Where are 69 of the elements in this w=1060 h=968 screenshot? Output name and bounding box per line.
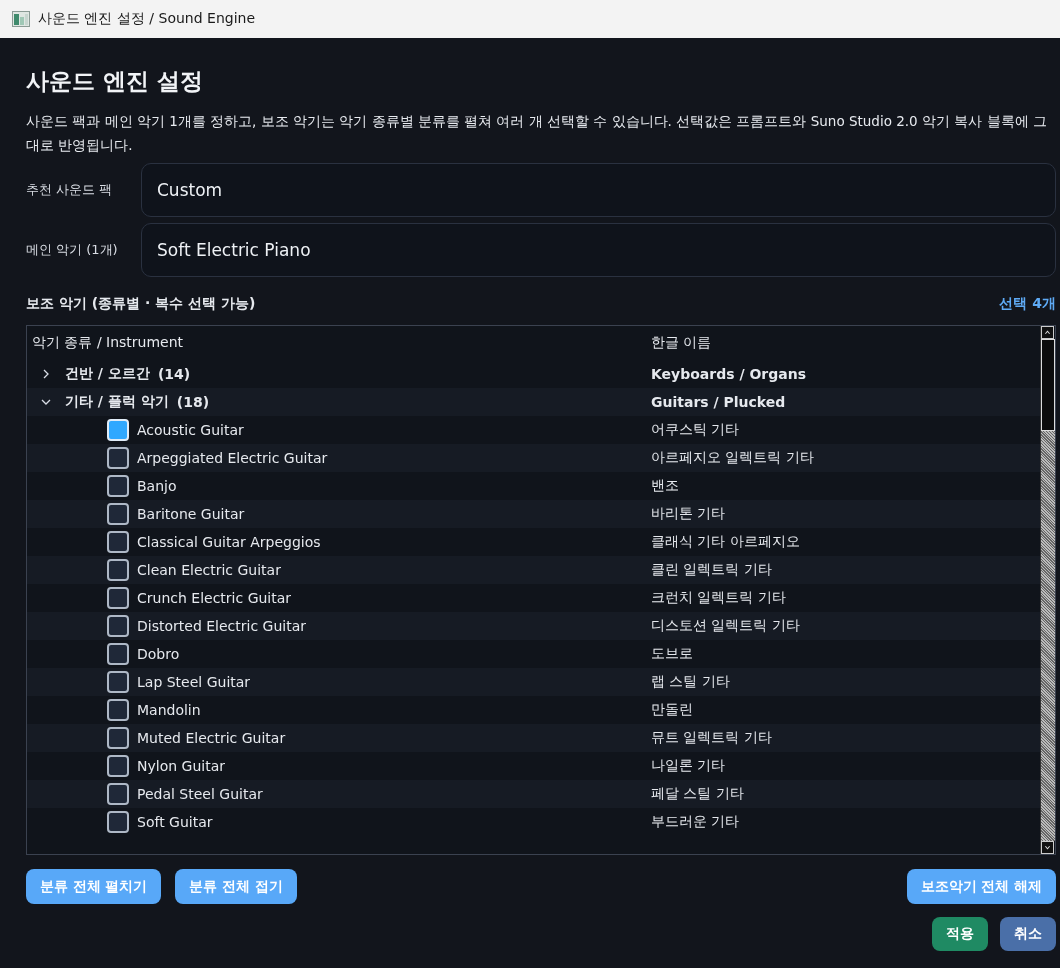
checkbox[interactable] [107,811,129,833]
korean-name: 랩 스틸 기타 [651,673,731,691]
scroll-down-button[interactable] [1041,841,1054,854]
korean-name: 클린 일렉트릭 기타 [651,561,773,579]
korean-name: 디스토션 일렉트릭 기타 [651,617,801,635]
column-header: 악기 종류 / Instrument [31,334,185,352]
instrument-name: Muted Electric Guitar [137,730,286,746]
instrument-name: Banjo [137,478,177,494]
korean-name: 부드러운 기타 [651,813,741,831]
dropdown-field[interactable]: Soft Electric Piano [141,223,1056,277]
korean-name: 도브로 [651,645,694,663]
instrument-name: Pedal Steel Guitar [137,786,263,802]
category-name[interactable]: 기타 / 플럭 악기 [65,393,169,411]
instrument-name: Soft Guitar [137,814,213,830]
field-label: 메인 악기 (1개) [26,241,119,259]
korean-name: 어쿠스틱 기타 [651,421,741,439]
checkbox[interactable] [107,699,129,721]
korean-name: 아르페지오 일렉트릭 기타 [651,449,815,467]
korean-name: 밴조 [651,477,680,495]
checkbox[interactable] [107,559,129,581]
checkbox[interactable] [107,531,129,553]
checkbox[interactable] [107,671,129,693]
chevron-down-icon[interactable] [41,397,51,407]
section-title: 보조 악기 (종류별 · 복수 선택 가능) [26,295,256,313]
category-count: (14) [157,366,191,382]
checkbox[interactable] [107,615,129,637]
column-header: 한글 이름 [651,334,713,352]
category-english-name: Keyboards / Organs [651,366,807,382]
description-text: 사운드 팩과 메인 악기 1개를 정하고, 보조 악기는 악기 종류별 분류를 펼쳐 여러 개 선택할 수 있습니다. 선택값은 프롬프트와 Suno Studio 2.0 악기 복사 블록에 그대로 반영됩니다. [26,112,1048,155]
checkbox[interactable] [107,503,129,525]
checkbox[interactable] [107,783,129,805]
korean-name: 뮤트 일렉트릭 기타 [651,729,773,747]
korean-name: 나일론 기타 [651,757,727,775]
checkbox[interactable] [107,727,129,749]
instrument-name: Nylon Guitar [137,758,225,774]
korean-name: 바리톤 기타 [651,505,727,523]
instrument-name: Lap Steel Guitar [137,674,251,690]
field-label: 추천 사운드 팩 [26,181,114,199]
korean-name: 페달 스틸 기타 [651,785,745,803]
scroll-up-button[interactable] [1041,326,1054,339]
dropdown-field[interactable]: Custom [141,163,1056,217]
checkbox[interactable] [107,587,129,609]
dialog-heading: 사운드 엔진 설정 [26,67,204,96]
window-title: 사운드 엔진 설정 / Sound Engine [38,10,256,28]
category-english-name: Guitars / Plucked [651,394,787,410]
category-name[interactable]: 건반 / 오르간 [65,365,150,383]
category-count: (18) [176,394,210,410]
checkbox[interactable] [107,755,129,777]
selected-count: 선택 4개 [999,295,1056,313]
instrument-name: Distorted Electric Guitar [137,618,306,634]
instrument-name: Acoustic Guitar [137,422,244,438]
scrollbar-thumb[interactable] [1041,339,1055,431]
korean-name: 클래식 기타 아르페지오 [651,533,801,551]
instrument-name: Dobro [137,646,180,662]
apply-button[interactable]: 적용 [932,917,988,951]
instrument-name: Classical Guitar Arpeggios [137,534,321,550]
app-icon [12,11,30,27]
instrument-name: Crunch Electric Guitar [137,590,292,606]
instrument-name: Mandolin [137,702,201,718]
instrument-name: Clean Electric Guitar [137,562,281,578]
instrument-name: Baritone Guitar [137,506,245,522]
instrument-name: Arpeggiated Electric Guitar [137,450,328,466]
chevron-right-icon[interactable] [41,369,51,379]
checkbox[interactable] [107,447,129,469]
korean-name: 만돌린 [651,701,694,719]
korean-name: 크런치 일렉트릭 기타 [651,589,787,607]
checkbox[interactable] [107,643,129,665]
cancel-button[interactable]: 취소 [1000,917,1056,951]
checkbox[interactable] [107,475,129,497]
